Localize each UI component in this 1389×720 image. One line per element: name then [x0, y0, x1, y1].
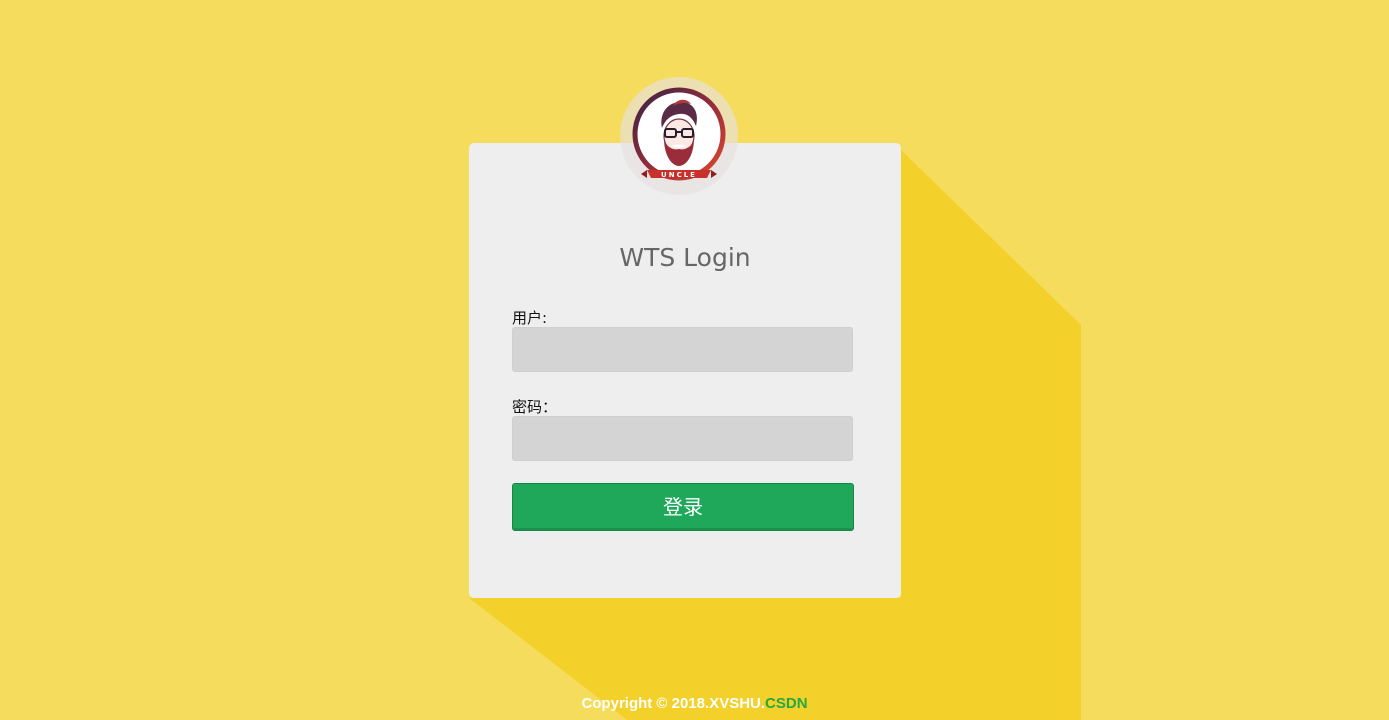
password-label: 密码： — [512, 398, 558, 416]
page-title: WTS Login — [619, 243, 751, 272]
avatar: UNCLE — [620, 77, 738, 195]
avatar-badge-text: UNCLE — [661, 171, 697, 179]
copyright-text: Copyright © 2018.XVSHU. — [581, 695, 766, 712]
username-label: 用户: — [512, 309, 548, 327]
login-button[interactable]: 登录 — [512, 483, 854, 531]
login-card: WTS Login 用户: 密码： 登录 — [469, 143, 901, 598]
uncle-avatar-icon: UNCLE — [632, 87, 726, 181]
footer-copyright: Copyright © 2018.XVSHU.CSDN — [0, 695, 1389, 712]
password-input[interactable] — [512, 416, 853, 461]
username-input[interactable] — [512, 327, 853, 372]
csdn-link[interactable]: CSDN — [765, 695, 808, 712]
